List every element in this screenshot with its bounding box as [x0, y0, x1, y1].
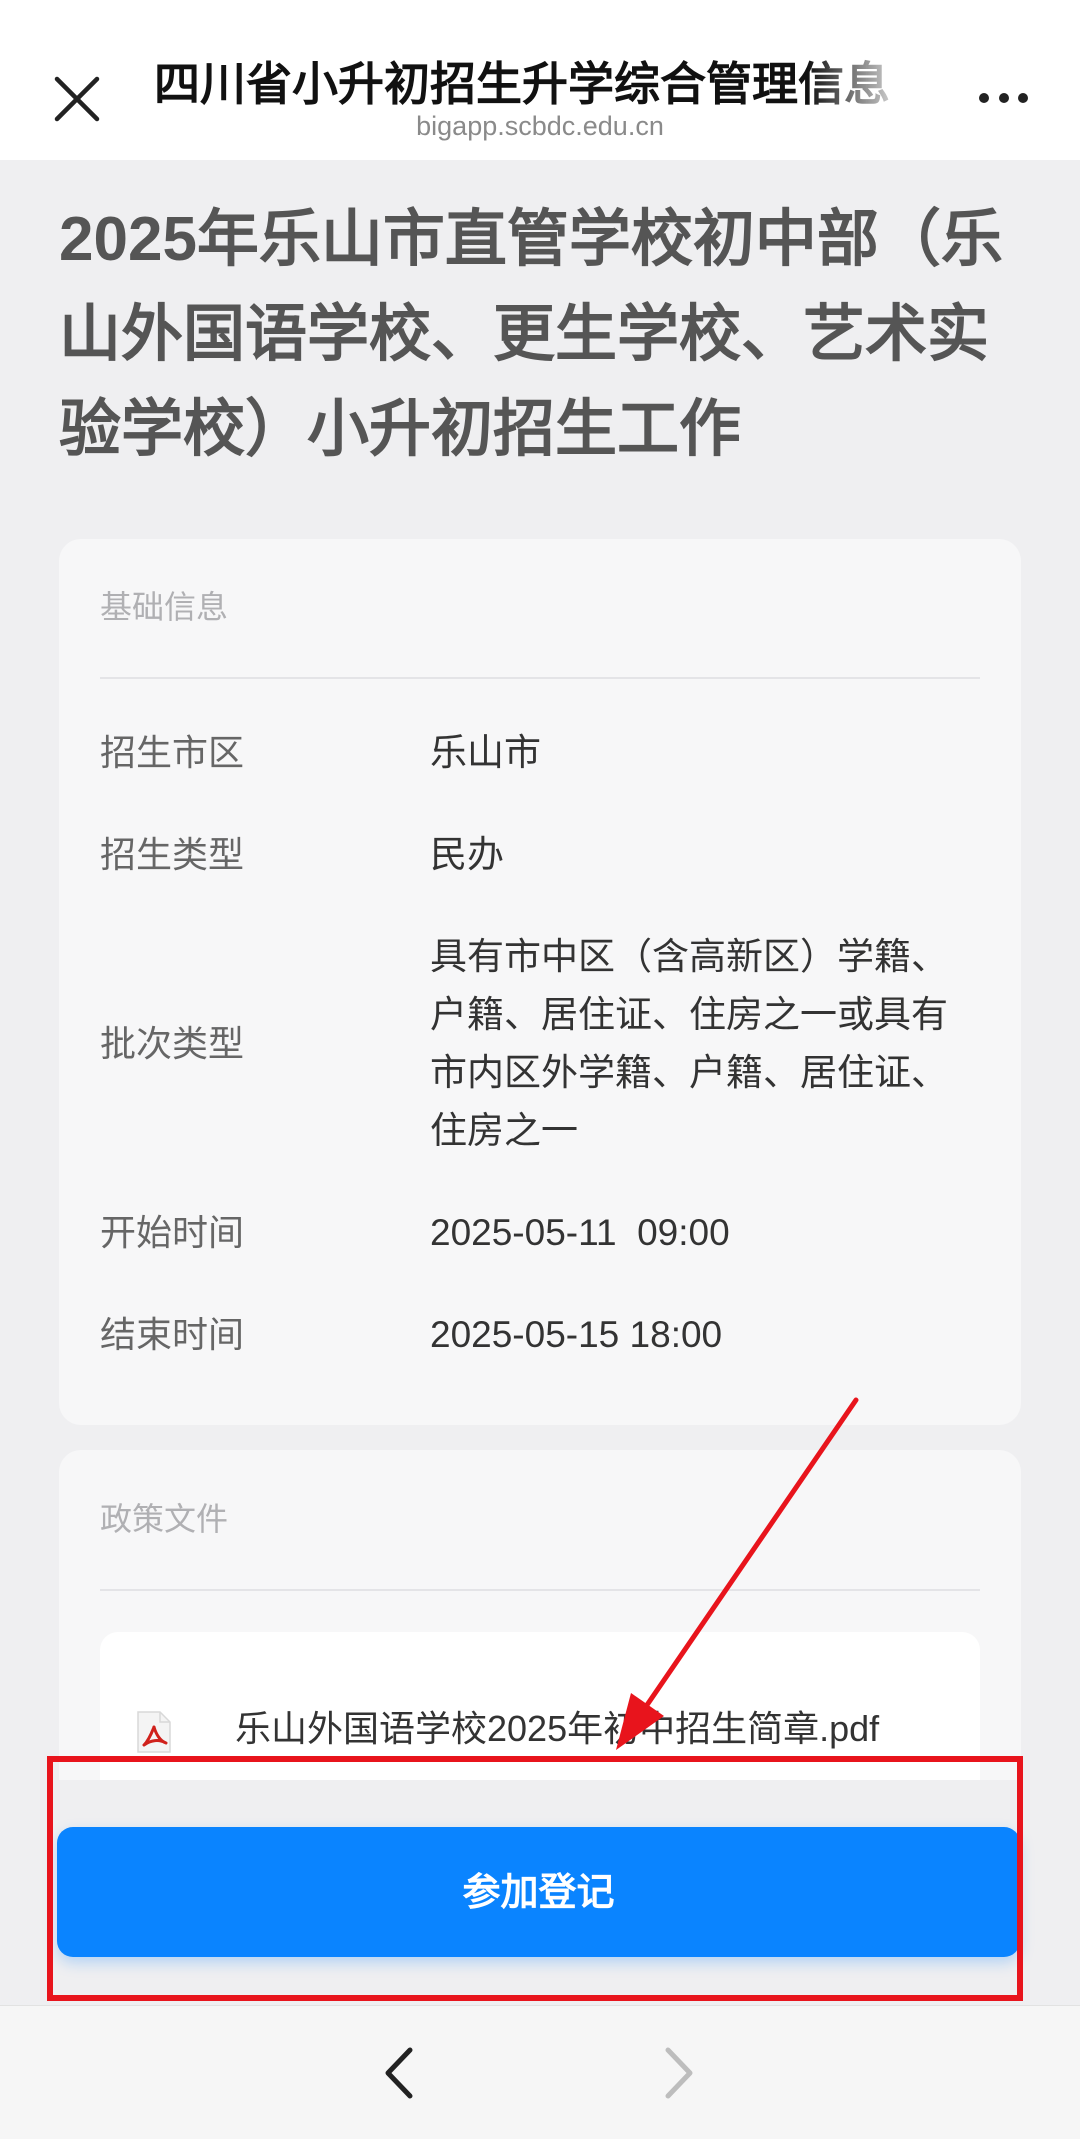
info-label: 结束时间	[100, 1314, 245, 1355]
info-row-end-time: 结束时间 2025-05-15 18:00	[100, 1306, 980, 1364]
more-icon	[979, 93, 1028, 103]
divider	[100, 677, 980, 679]
info-value: 具有市中区（含高新区）学籍、户籍、居住证、住房之一或具有市内区外学籍、户籍、居住…	[430, 936, 948, 1151]
policy-files-card: 政策文件 乐山外国语学校2025年初中招生简章.pdf	[59, 1450, 1021, 1780]
policy-file-name[interactable]: 乐山外国语学校2025年初中招生简章.pdf	[235, 1704, 879, 1754]
register-button[interactable]: 参加登记	[57, 1827, 1020, 1957]
basic-info-rows: 招生市区 乐山市 招生类型 民办 批次类型 具有市中区（含高新区）学籍、户籍、居…	[100, 724, 980, 1364]
forward-button[interactable]	[656, 2044, 700, 2102]
info-value: 2025-05-11 09:00	[430, 1212, 730, 1253]
policy-files-heading: 政策文件	[100, 1501, 229, 1537]
info-label: 招生市区	[100, 732, 245, 773]
info-row-recruit-area: 招生市区 乐山市	[100, 724, 980, 782]
info-value: 民办	[430, 834, 504, 875]
divider	[100, 1589, 980, 1591]
pdf-icon	[137, 1711, 171, 1753]
back-button[interactable]	[378, 2044, 422, 2102]
info-value: 2025-05-15 18:00	[430, 1314, 723, 1355]
page-title: 2025年乐山市直管学校初中部（乐山外国语学校、更生学校、艺术实验学校）小升初招…	[59, 205, 1003, 464]
header-title: 四川省小升初招生升学综合管理信息	[154, 58, 890, 110]
page-content[interactable]: 2025年乐山市直管学校初中部（乐山外国语学校、更生学校、艺术实验学校）小升初招…	[0, 160, 1080, 1780]
info-label: 开始时间	[100, 1212, 245, 1253]
info-row-batch-type: 批次类型 具有市中区（含高新区）学籍、户籍、居住证、住房之一或具有市内区外学籍、…	[100, 928, 980, 1160]
info-label: 招生类型	[100, 834, 245, 875]
browser-header: 四川省小升初招生升学综合管理信息 bigapp.scbdc.edu.cn	[0, 0, 1080, 160]
info-row-recruit-type: 招生类型 民办	[100, 826, 980, 884]
basic-info-heading: 基础信息	[100, 589, 229, 625]
bottom-action-bar: 参加登记	[0, 1780, 1080, 2005]
info-row-start-time: 开始时间 2025-05-11 09:00	[100, 1204, 980, 1262]
header-url: bigapp.scbdc.edu.cn	[416, 111, 664, 141]
info-label: 批次类型	[100, 1023, 245, 1064]
browser-nav-bar	[0, 2005, 1080, 2139]
info-value: 乐山市	[430, 732, 541, 773]
more-button[interactable]	[972, 84, 1034, 112]
basic-info-card: 基础信息 招生市区 乐山市 招生类型 民办 批次类型 具有市中区（含高新区）学籍…	[59, 539, 1021, 1425]
policy-file-item[interactable]: 乐山外国语学校2025年初中招生简章.pdf	[100, 1632, 980, 1780]
chevron-right-icon	[665, 2047, 693, 2099]
chevron-left-icon	[385, 2047, 413, 2099]
